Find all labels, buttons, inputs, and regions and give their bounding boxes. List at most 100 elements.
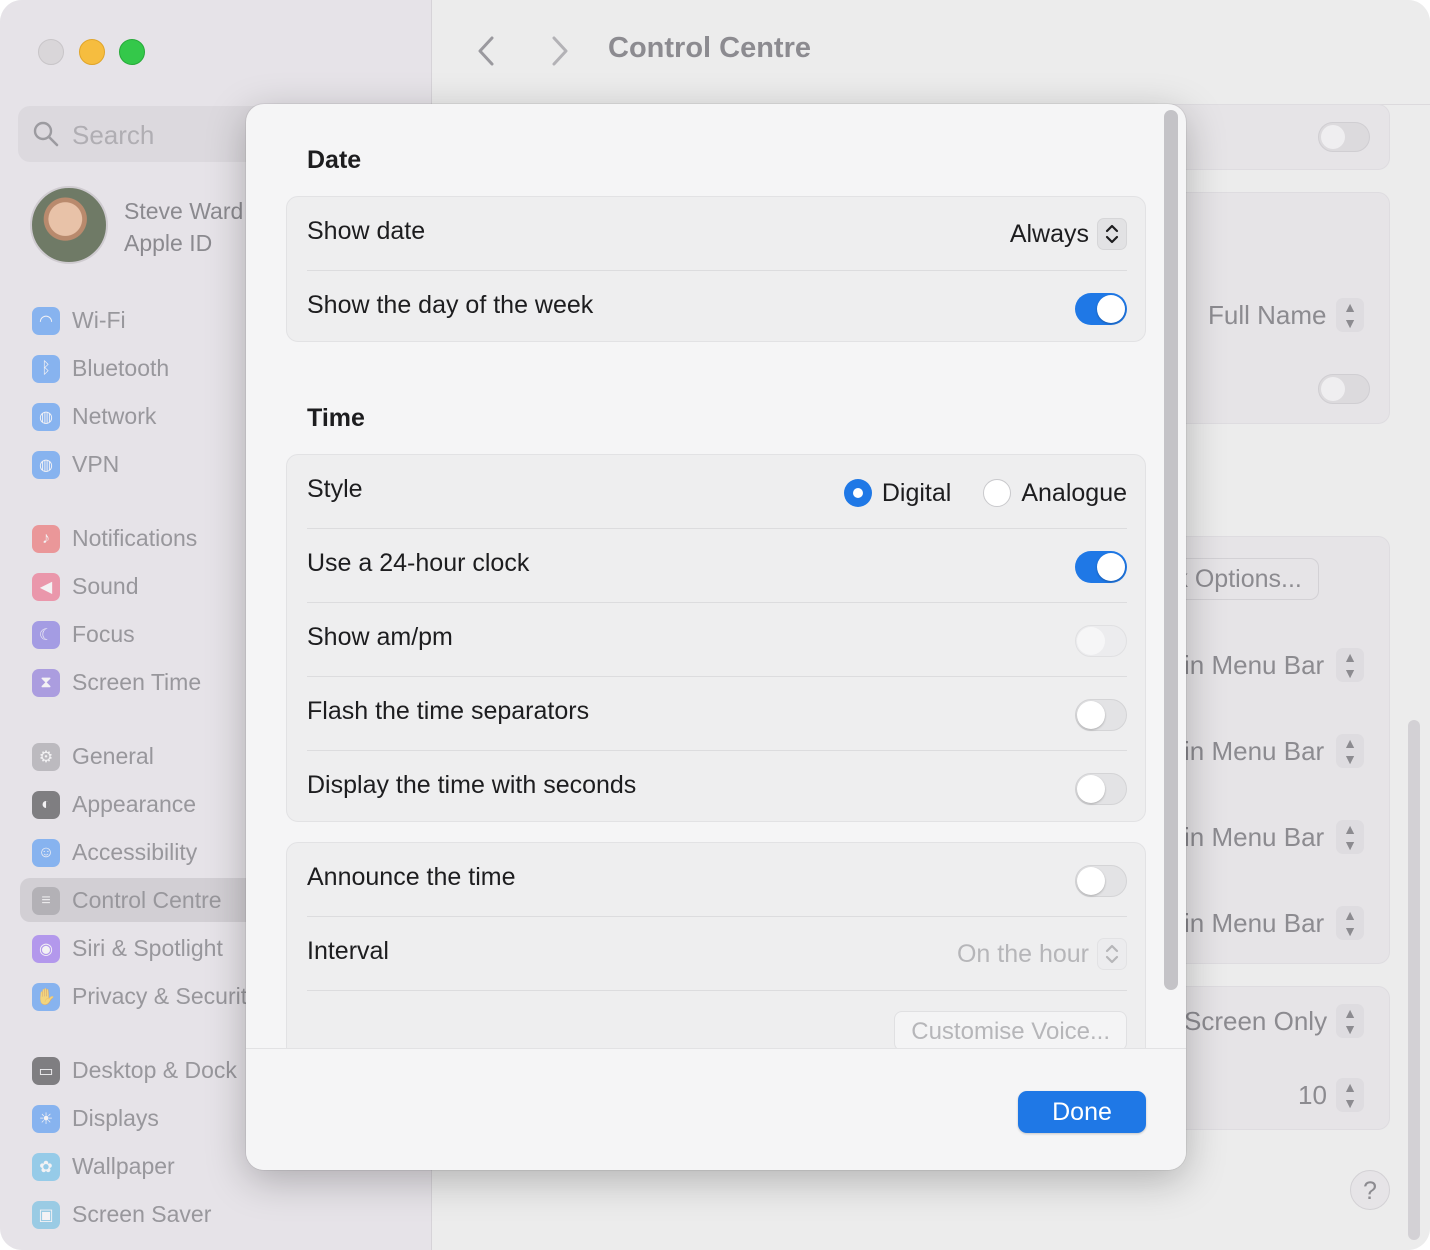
customise-voice-button[interactable]: Customise Voice...: [894, 1011, 1127, 1048]
wifi-icon: ◠: [32, 307, 60, 335]
flash-row: Flash the time separators: [307, 677, 1127, 751]
moon-icon: ☾: [32, 621, 60, 649]
minimize-window-button[interactable]: [79, 39, 105, 65]
bg-menu-bar-2: in Menu Bar: [1184, 736, 1325, 766]
siri-icon: ◉: [32, 935, 60, 963]
main-scrollbar[interactable]: [1408, 720, 1420, 1240]
time-card: Style Digital Analogue Use a 24-hour clo…: [286, 454, 1146, 822]
back-button[interactable]: [472, 34, 502, 68]
flower-icon: ✿: [32, 1153, 60, 1181]
sun-icon: ☀: [32, 1105, 60, 1133]
bluetooth-icon: ᛒ: [32, 355, 60, 383]
close-window-button[interactable]: [38, 39, 64, 65]
appearance-icon: ◐: [32, 791, 60, 819]
hourglass-icon: ⧗: [32, 669, 60, 697]
bg-number: 10: [1298, 1080, 1327, 1110]
screensaver-icon: ▣: [32, 1201, 60, 1229]
bg-toggle-2[interactable]: [1318, 374, 1370, 404]
bg-popup-2[interactable]: ▲ ▼: [1336, 734, 1364, 768]
show-date-value: Always: [1009, 219, 1089, 248]
chevron-left-icon: [478, 36, 494, 66]
sheet-content: Date Show date Always Show the day of th…: [246, 104, 1186, 1048]
radio-selected-icon: [843, 479, 872, 507]
date-card: Show date Always Show the day of the wee…: [286, 196, 1146, 342]
show-day-toggle[interactable]: [1075, 293, 1127, 325]
sidebar-item-label: Screen Saver: [72, 1201, 212, 1227]
sidebar-item-label: Focus: [72, 621, 135, 647]
search-placeholder: Search: [72, 120, 155, 150]
ampm-row: Show am/pm: [307, 603, 1127, 677]
system-settings-window: Search Steve Ward Apple ID ◠ Wi-Fi ᛒ Blueto…: [0, 0, 1430, 1250]
globe-icon: ◍: [32, 403, 60, 431]
style-radio-group: Digital Analogue: [812, 475, 1127, 511]
announce-card: Announce the time Interval On the hour C…: [286, 842, 1146, 1048]
accessibility-icon: ☺: [32, 839, 60, 867]
forward-button[interactable]: [544, 34, 574, 68]
sidebar-item-label: Notifications: [72, 525, 198, 551]
bg-popup-3[interactable]: ▲ ▼: [1336, 820, 1364, 854]
show-date-popup[interactable]: Always: [1010, 215, 1127, 253]
sheet-footer: Done: [246, 1048, 1186, 1170]
style-digital-radio[interactable]: Digital: [843, 478, 952, 508]
time-section-title: Time: [307, 404, 365, 432]
page-title: Control Centre: [608, 32, 811, 64]
radio-unselected-icon: [983, 479, 1012, 507]
flash-toggle[interactable]: [1075, 699, 1127, 731]
bg-menu-bar-1: in Menu Bar: [1184, 650, 1325, 680]
ampm-toggle[interactable]: [1075, 625, 1127, 657]
style-digital-label: Digital: [881, 478, 952, 507]
sidebar-item-screen-saver[interactable]: ▣ Screen Saver: [20, 1192, 420, 1236]
bg-full-name-popup[interactable]: ▲ ▼: [1336, 298, 1364, 332]
hand-icon: ✋: [32, 983, 60, 1011]
interval-row: Interval On the hour: [307, 917, 1127, 991]
sidebar-item-label: Displays: [72, 1105, 159, 1131]
clock24-row: Use a 24-hour clock: [307, 529, 1127, 603]
dock-icon: ▭: [32, 1057, 60, 1085]
interval-value: On the hour: [956, 939, 1089, 968]
show-day-label: Show the day of the week: [307, 291, 594, 319]
chevron-right-icon: [552, 36, 568, 66]
sidebar-item-label: General: [72, 743, 154, 769]
bg-screen-only: Screen Only: [1184, 1006, 1328, 1036]
interval-popup[interactable]: On the hour: [957, 935, 1127, 973]
sidebar-item-label: Siri & Spotlight: [72, 935, 223, 961]
clock24-toggle[interactable]: [1075, 551, 1127, 583]
sidebar-item-label: Desktop & Dock: [72, 1057, 237, 1083]
date-section-title: Date: [307, 146, 362, 174]
sidebar-item-label: Appearance: [72, 791, 197, 817]
announce-toggle[interactable]: [1075, 865, 1127, 897]
done-button[interactable]: Done: [1018, 1091, 1146, 1133]
profile-subtitle: Apple ID: [124, 230, 213, 256]
flash-label: Flash the time separators: [307, 697, 590, 725]
show-day-row: Show the day of the week: [307, 271, 1127, 345]
bg-popup-1[interactable]: ▲ ▼: [1336, 648, 1364, 682]
bg-popup-4[interactable]: ▲ ▼: [1336, 906, 1364, 940]
voice-row: Customise Voice...: [307, 991, 1127, 1048]
sidebar-item-label: VPN: [72, 451, 120, 477]
help-button[interactable]: ?: [1350, 1170, 1390, 1210]
show-date-label: Show date: [307, 217, 426, 245]
bg-full-name: Full Name: [1208, 300, 1327, 330]
bg-toggle-1[interactable]: [1318, 122, 1370, 152]
show-date-row: Show date Always: [307, 197, 1127, 271]
search-icon: [33, 121, 59, 147]
bell-icon: ♪: [32, 525, 60, 553]
zoom-window-button[interactable]: [119, 39, 145, 65]
sidebar-item-label: Sound: [72, 573, 139, 599]
gear-icon: ⚙: [32, 743, 60, 771]
style-analogue-radio[interactable]: Analogue: [983, 479, 1127, 508]
control-centre-icon: ≡: [32, 887, 60, 915]
profile-name: Steve Ward: [124, 198, 244, 224]
seconds-row: Display the time with seconds: [307, 751, 1127, 825]
announce-row: Announce the time: [307, 843, 1127, 917]
bg-number-stepper[interactable]: ▲ ▼: [1336, 1078, 1364, 1112]
sheet-scrollbar[interactable]: [1164, 110, 1178, 990]
avatar: [30, 186, 108, 264]
clock-options-sheet: Date Show date Always Show the day of th…: [246, 104, 1186, 1170]
seconds-toggle[interactable]: [1075, 773, 1127, 805]
vpn-globe-icon: ◍: [32, 451, 60, 479]
style-label: Style: [307, 475, 363, 503]
bg-popup-5[interactable]: ▲ ▼: [1336, 1004, 1364, 1038]
clock24-label: Use a 24-hour clock: [307, 549, 530, 577]
ampm-label: Show am/pm: [307, 623, 453, 651]
